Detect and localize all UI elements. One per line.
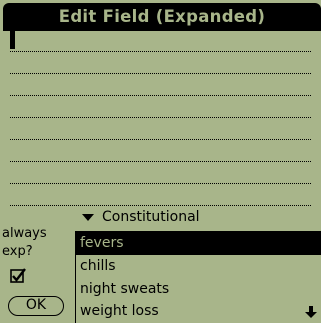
list-item[interactable]: weight loss [76, 300, 321, 323]
field-line [10, 161, 311, 162]
dropdown-triangle-icon [82, 214, 94, 221]
ok-button[interactable]: OK [8, 296, 64, 316]
field-line [10, 95, 311, 96]
field-line [10, 73, 311, 74]
list-item[interactable]: fevers [76, 232, 321, 255]
field-line [10, 183, 311, 184]
list-item[interactable]: night sweats [76, 278, 321, 301]
text-field[interactable] [10, 31, 311, 211]
category-label: Constitutional [102, 209, 200, 225]
form-title: Edit Field (Expanded) [58, 7, 266, 26]
category-popup-trigger[interactable]: Constitutional [82, 206, 200, 228]
title-bar: Edit Field (Expanded) [3, 3, 321, 31]
field-line [10, 139, 311, 140]
palm-screen: Edit Field (Expanded) Constitutional alw… [0, 0, 321, 323]
always-expand-label: always exp? [2, 226, 47, 259]
scroll-down-arrow-icon[interactable] [305, 306, 317, 318]
field-line [10, 51, 311, 52]
list-item[interactable]: chills [76, 255, 321, 278]
field-line [10, 117, 311, 118]
checkbox-checked-icon[interactable] [10, 268, 26, 284]
choice-list[interactable]: fevers chills night sweats weight loss [75, 231, 321, 323]
